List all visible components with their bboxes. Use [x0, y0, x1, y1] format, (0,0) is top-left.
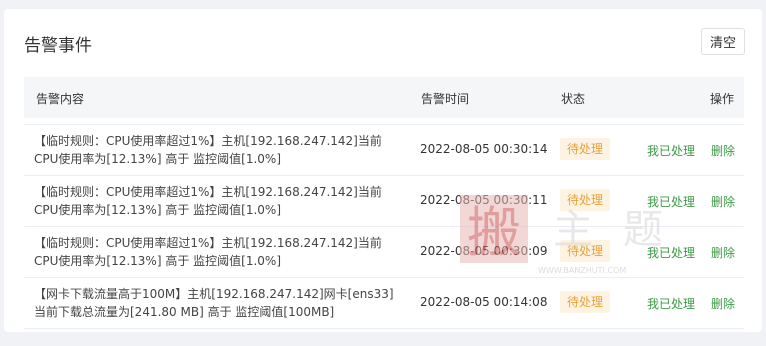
alert-time: 2022-08-05 00:30:14 [420, 142, 548, 156]
clear-button[interactable]: 清空 [701, 28, 745, 55]
alert-content: 【临时规则：CPU使用率超过1%】主机[192.168.247.142]当前CP… [34, 185, 382, 217]
delete-link[interactable]: 删除 [711, 193, 735, 210]
status-badge: 待处理 [560, 138, 611, 160]
alert-content: 【网卡下载流量高于100M】主机[192.168.247.142]网卡[ens3… [34, 287, 394, 319]
table-row: 【临时规则：CPU使用率超过1%】主机[192.168.247.142]当前CP… [24, 227, 744, 278]
mark-handled-link[interactable]: 我已处理 [647, 193, 695, 210]
header-action: 操作 [709, 92, 734, 106]
table-row: 【临时规则：CPU使用率超过1%】主机[192.168.247.142]当前CP… [24, 176, 744, 227]
status-badge: 待处理 [560, 291, 611, 313]
mark-handled-link[interactable]: 我已处理 [647, 295, 695, 312]
header-content: 告警内容 [36, 92, 85, 106]
delete-link[interactable]: 删除 [711, 244, 735, 261]
alert-table: 告警内容 告警时间 状态 操作 【临时规则：CPU使用率超过1%】主机[192.… [24, 77, 744, 332]
alert-events-panel: 告警事件 清空 告警内容 告警时间 状态 操作 【临时规则：CPU使用率超过1%… [4, 9, 762, 332]
header-gap [24, 118, 744, 125]
table-row: 【临时规则：CPU使用率超过1%】主机[192.168.247.142]当前CP… [24, 125, 744, 176]
alert-content: 【临时规则：CPU使用率超过1%】主机[192.168.247.142]当前CP… [34, 134, 382, 166]
header-time: 告警时间 [421, 92, 470, 106]
table-row: 【网卡下载流量高于100M】主机[192.168.247.142]网卡[ens3… [24, 278, 744, 329]
panel-title: 告警事件 [24, 36, 92, 56]
alert-time: 2022-08-05 00:30:11 [420, 193, 548, 207]
mark-handled-link[interactable]: 我已处理 [647, 244, 695, 261]
header-status: 状态 [561, 92, 586, 106]
alert-content: 【临时规则：CPU使用率超过1%】主机[192.168.247.142]当前CP… [34, 236, 382, 268]
alert-time: 2022-08-05 00:30:09 [420, 244, 548, 258]
status-badge: 待处理 [560, 189, 611, 211]
alert-time: 2022-08-05 00:14:08 [420, 295, 548, 309]
status-badge: 待处理 [560, 240, 611, 262]
table-header: 告警内容 告警时间 状态 操作 [24, 77, 744, 118]
delete-link[interactable]: 删除 [711, 295, 735, 312]
mark-handled-link[interactable]: 我已处理 [647, 142, 695, 159]
delete-link[interactable]: 删除 [711, 142, 735, 159]
